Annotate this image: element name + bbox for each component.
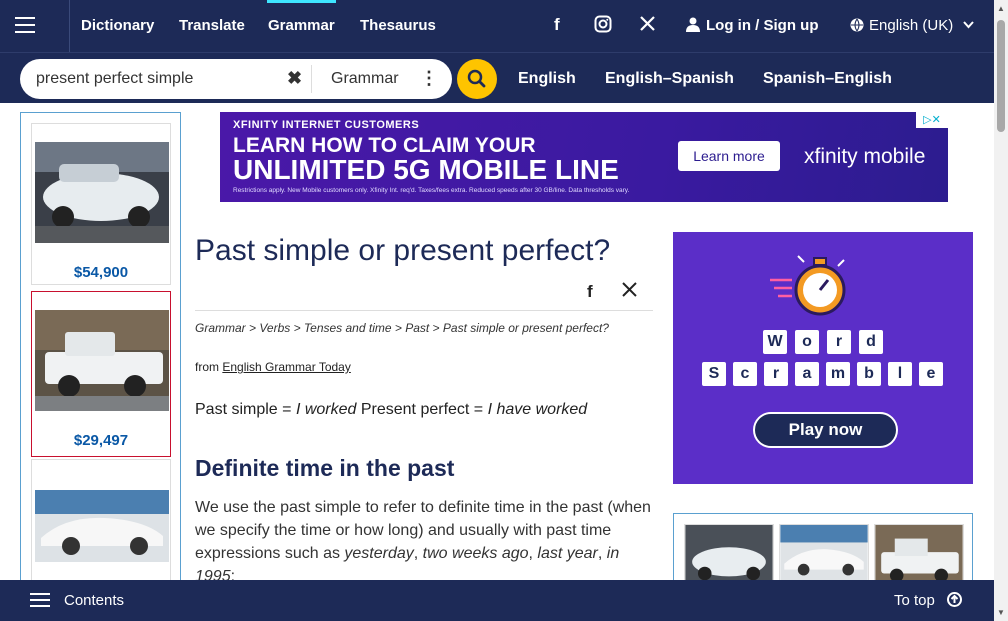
ad-headline-2: UNLIMITED 5G MOBILE LINE	[233, 154, 619, 185]
play-now-button[interactable]: Play now	[753, 412, 898, 448]
letter-tile: c	[733, 362, 757, 386]
para-example: two weeks ago	[422, 545, 529, 562]
contents-button[interactable]: Contents	[64, 592, 124, 609]
more-options-icon[interactable]: ⋮	[420, 68, 438, 89]
top-nav: Dictionary Translate Grammar Thesaurus f…	[0, 0, 994, 52]
para-example: yesterday	[344, 545, 414, 562]
car-image	[35, 310, 169, 411]
x-share-icon[interactable]	[622, 282, 637, 302]
letter-tile: S	[702, 362, 726, 386]
source-link[interactable]: English Grammar Today	[222, 360, 351, 374]
search-button[interactable]	[457, 59, 497, 99]
ad-fineprint: Restrictions apply. New Mobile customers…	[233, 187, 630, 194]
nav-thesaurus[interactable]: Thesaurus	[360, 17, 436, 34]
search-box: present perfect simple ✖ Grammar ⋮	[20, 59, 452, 99]
para-text: ,	[597, 545, 607, 562]
lead-text: Past simple = I worked Present perfect =…	[195, 401, 587, 419]
login-label: Log in / Sign up	[706, 17, 819, 34]
facebook-icon[interactable]: f	[554, 15, 560, 35]
ad-car-card[interactable]: $29,497	[31, 291, 171, 457]
facebook-share-icon[interactable]: f	[587, 282, 593, 302]
nav-grammar[interactable]: Grammar	[267, 0, 336, 34]
letter-tile: b	[857, 362, 881, 386]
chevron-down-icon	[963, 21, 975, 29]
search-bar: present perfect simple ✖ Grammar ⋮ Engli…	[0, 52, 994, 103]
dict-link-english[interactable]: English	[518, 70, 576, 88]
banner-ad[interactable]: XFINITY INTERNET CUSTOMERS LEARN HOW TO …	[220, 112, 948, 202]
user-icon	[686, 17, 700, 32]
stopwatch-icon	[770, 255, 846, 316]
ad-eyebrow: XFINITY INTERNET CUSTOMERS	[233, 119, 420, 131]
language-select[interactable]: English (UK)	[850, 17, 975, 34]
dict-link-spanish-english[interactable]: Spanish–English	[763, 70, 892, 88]
language-label: English (UK)	[869, 17, 954, 34]
scrollbar-thumb[interactable]	[997, 20, 1005, 132]
left-ad[interactable]: $54,900 $29,497	[20, 112, 181, 582]
bottom-bar: Contents To top	[0, 580, 994, 621]
lead-example: I worked	[295, 401, 357, 418]
lead-part: Present perfect =	[356, 401, 488, 418]
menu-icon[interactable]	[0, 0, 70, 52]
scroll-down-icon[interactable]: ▼	[997, 608, 1005, 617]
source-line: from English Grammar Today	[195, 360, 351, 374]
scrollbar[interactable]: ▲ ▼	[994, 0, 1008, 621]
instagram-icon[interactable]	[594, 15, 612, 38]
nav-dictionary[interactable]: Dictionary	[81, 17, 154, 34]
lead-example: I have worked	[487, 401, 588, 418]
body-paragraph: We use the past simple to refer to defin…	[195, 496, 655, 588]
login-link[interactable]: Log in / Sign up	[686, 17, 818, 34]
scroll-up-icon[interactable]: ▲	[997, 4, 1005, 13]
section-heading: Definite time in the past	[195, 455, 455, 481]
page-title: Past simple or present perfect?	[195, 234, 611, 267]
word-scramble-ad[interactable]: W o r d S c r a m b l e Play now	[673, 232, 973, 484]
to-top-button[interactable]: To top	[894, 592, 963, 609]
letter-tile: a	[795, 362, 819, 386]
clear-icon[interactable]: ✖	[287, 68, 302, 89]
ad-price: $29,497	[73, 432, 129, 449]
ad-learn-more-button[interactable]: Learn more	[678, 141, 780, 171]
dictionary-select[interactable]: Grammar	[331, 70, 399, 88]
breadcrumb[interactable]: Grammar > Verbs > Tenses and time > Past…	[195, 321, 609, 335]
letter-tile: l	[888, 362, 912, 386]
ad-car-card[interactable]	[31, 459, 171, 581]
search-icon	[467, 69, 486, 88]
to-top-label: To top	[894, 592, 935, 609]
letter-tile: r	[764, 362, 788, 386]
letter-tile: o	[795, 330, 819, 354]
letter-tile: d	[859, 330, 883, 354]
letter-tile: m	[826, 362, 850, 386]
para-text: ,	[413, 545, 423, 562]
para-example: last year	[537, 545, 598, 562]
ad-price: $54,900	[73, 264, 129, 281]
lead-part: Past simple =	[195, 401, 296, 418]
search-input[interactable]: present perfect simple	[36, 70, 193, 88]
arrow-up-circle-icon	[947, 592, 963, 607]
ad-brand: xfinity mobile	[804, 145, 926, 168]
ad-car-card[interactable]: $54,900	[31, 123, 171, 285]
nav-translate[interactable]: Translate	[179, 17, 245, 34]
share-row: f	[195, 278, 653, 311]
letter-tile: e	[919, 362, 943, 386]
x-icon[interactable]	[639, 15, 656, 37]
adchoices-icon[interactable]: ▷✕	[916, 112, 948, 128]
car-image	[35, 490, 169, 562]
menu-icon[interactable]	[30, 592, 50, 608]
from-label: from	[195, 360, 219, 374]
letter-tile: W	[763, 330, 787, 354]
car-image	[35, 142, 169, 243]
globe-icon	[850, 18, 864, 32]
divider	[311, 65, 312, 93]
letter-tile: r	[827, 330, 851, 354]
dict-link-english-spanish[interactable]: English–Spanish	[605, 70, 734, 88]
